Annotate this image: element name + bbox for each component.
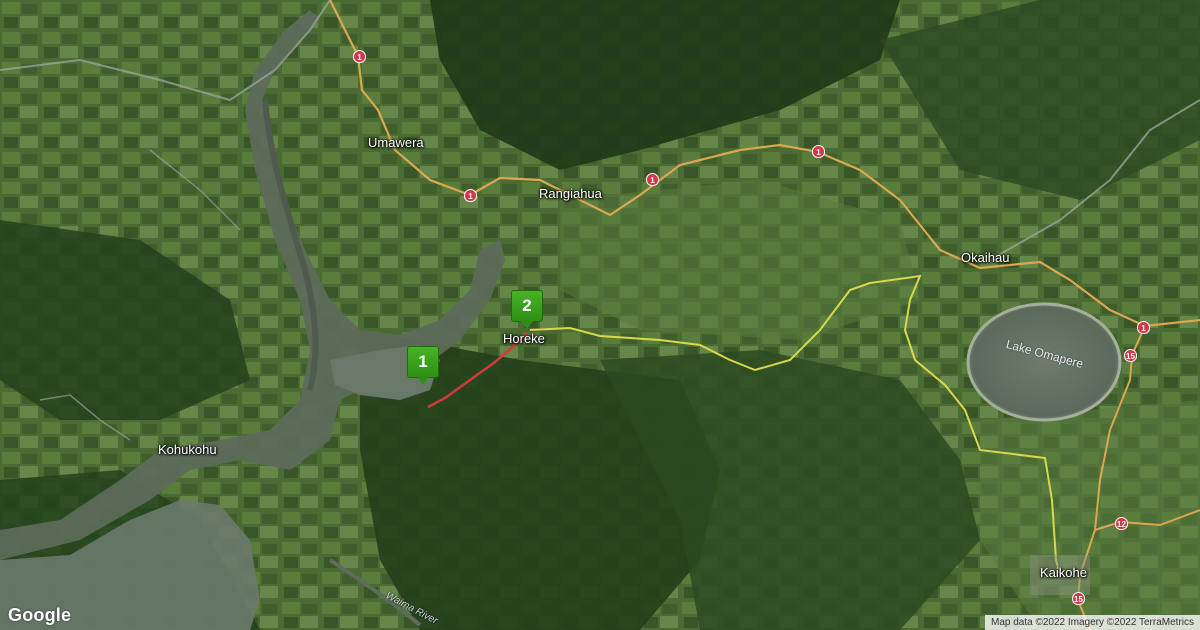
marker-pointer xyxy=(417,377,429,385)
place-label-rangiahua: Rangiahua xyxy=(539,186,602,201)
route-shield: 12 xyxy=(1115,517,1128,530)
route-shield: 1 xyxy=(646,173,659,186)
satellite-map[interactable] xyxy=(0,0,1200,630)
route-shield: 1 xyxy=(464,189,477,202)
marker-pointer xyxy=(521,321,533,329)
marker-label: 2 xyxy=(511,290,543,322)
place-label-kaikohe: Kaikohe xyxy=(1040,565,1087,580)
map-marker-1[interactable]: 1 xyxy=(407,346,439,386)
map-attribution: Map data ©2022 Imagery ©2022 TerraMetric… xyxy=(985,615,1200,630)
lake-omapere xyxy=(966,302,1122,422)
route-shield: 15 xyxy=(1124,349,1137,362)
place-label-umawera: Umawera xyxy=(368,135,424,150)
place-label-okaihau: Okaihau xyxy=(961,250,1010,265)
place-label-kohukohu: Kohukohu xyxy=(158,442,217,457)
route-shield: 15 xyxy=(1072,592,1085,605)
place-label-horeke: Horeke xyxy=(503,331,545,346)
google-logo[interactable]: Google xyxy=(8,605,71,626)
route-shield: 1 xyxy=(812,145,825,158)
route-shield: 1 xyxy=(353,50,366,63)
route-shield: 1 xyxy=(1137,321,1150,334)
marker-label: 1 xyxy=(407,346,439,378)
map-marker-2[interactable]: 2 xyxy=(511,290,543,330)
